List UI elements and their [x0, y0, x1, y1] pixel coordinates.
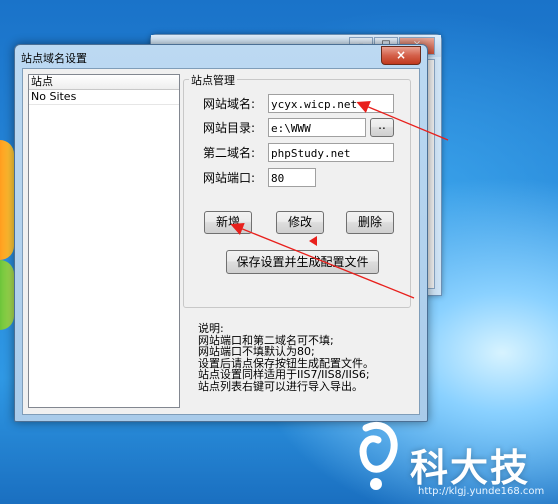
- second-domain-input[interactable]: phpStudy.net: [268, 143, 394, 162]
- directory-label: 网站目录:: [203, 121, 256, 135]
- note-line: 说明:: [198, 322, 224, 335]
- directory-input[interactable]: e:\WWW: [268, 118, 366, 137]
- port-label: 网站端口:: [203, 171, 256, 185]
- dialog-titlebar[interactable]: 站点域名设置 ×: [15, 45, 427, 67]
- second-domain-label: 第二域名:: [203, 146, 256, 160]
- wallpaper-leaf-orange: [0, 140, 14, 260]
- dialog-close-button[interactable]: ×: [381, 46, 421, 65]
- site-list-header[interactable]: 站点: [29, 75, 179, 90]
- site-domain-dialog: 站点域名设置 × 站点 No Sites 站点管理 网站域名: ycyx.wic…: [14, 44, 428, 422]
- brand-logo-icon: [359, 421, 398, 490]
- delete-button[interactable]: 删除: [346, 211, 394, 234]
- save-config-button[interactable]: 保存设置并生成配置文件: [226, 250, 379, 274]
- port-input[interactable]: 80: [268, 168, 316, 187]
- domain-input[interactable]: ycyx.wicp.net: [268, 94, 394, 113]
- browse-button[interactable]: ..: [370, 118, 394, 137]
- edit-button[interactable]: 修改: [276, 211, 324, 234]
- brand-url: http://klgj.yunde168.com: [418, 486, 545, 497]
- site-management-group: 站点管理 网站域名: ycyx.wicp.net 网站目录: e:\WWW ..…: [183, 72, 411, 308]
- group-title: 站点管理: [189, 72, 237, 88]
- instructions-text: 说明: 网站端口和第二域名可不填; 网站端口不填默认为80; 设置后请点保存按钮…: [198, 323, 408, 392]
- domain-label: 网站域名:: [203, 97, 256, 111]
- note-line: 站点设置同样适用于IIS7/IIS8/IIS6;: [198, 368, 370, 381]
- wallpaper-leaf-green: [0, 260, 14, 330]
- add-button[interactable]: 新增: [204, 211, 252, 234]
- dialog-title: 站点域名设置: [21, 52, 87, 65]
- site-list[interactable]: 站点 No Sites: [28, 74, 180, 408]
- brand-text: 科大技: [410, 446, 531, 490]
- note-line: 站点列表右键可以进行导入导出。: [198, 379, 363, 393]
- note-line: 网站端口不填默认为80;: [198, 345, 315, 358]
- list-item[interactable]: No Sites: [29, 90, 179, 105]
